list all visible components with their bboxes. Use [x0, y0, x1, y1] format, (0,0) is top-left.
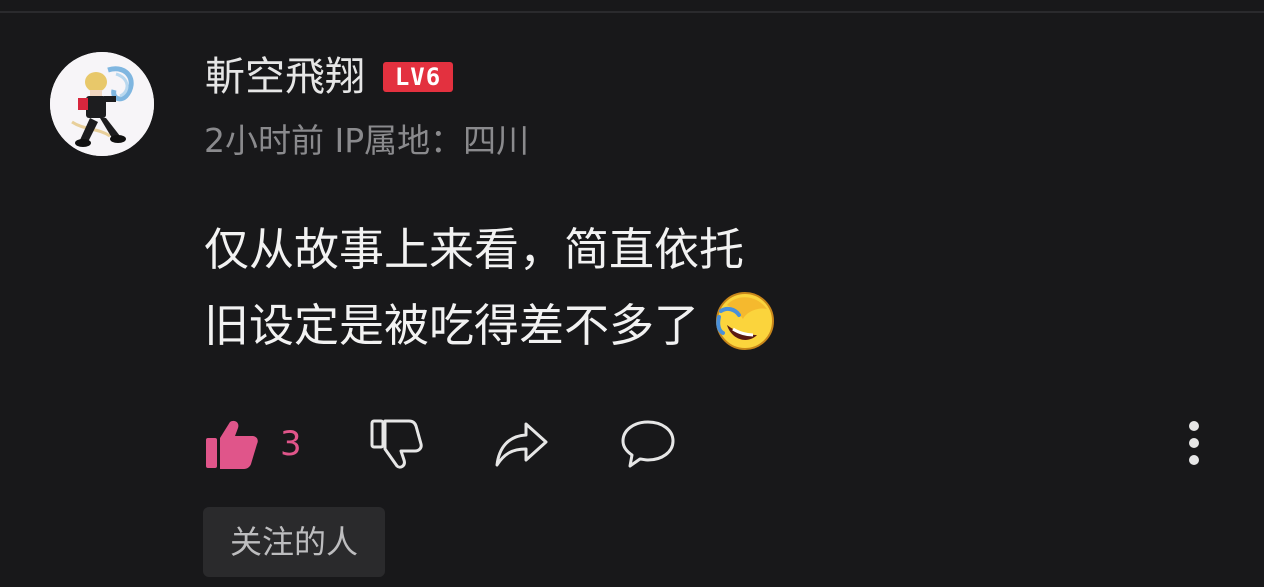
thumbs-up-icon: [206, 420, 258, 469]
following-tag[interactable]: 关注的人: [203, 507, 385, 577]
like-count: 3: [280, 424, 302, 464]
like-button[interactable]: 3: [204, 416, 302, 472]
thumbs-down-icon: [370, 419, 423, 469]
reply-button[interactable]: [620, 416, 676, 472]
comment-line-text: 旧设定是被吃得差不多了: [204, 299, 700, 352]
level-badge: LV6: [383, 62, 453, 92]
laughing-crying-emoji: [716, 292, 775, 350]
comment-bubble-icon: [621, 420, 675, 468]
comment-line: 旧设定是被吃得差不多了: [204, 287, 777, 363]
user-header: 斬空飛翔 LV6: [205, 52, 453, 102]
share-button[interactable]: [494, 416, 550, 472]
comment-line: 仅从故事上来看，简直依托: [204, 223, 745, 276]
dislike-button[interactable]: [369, 416, 423, 472]
comment-meta: 2小时前 IP属地：四川: [204, 121, 530, 160]
share-icon: [495, 422, 548, 467]
username[interactable]: 斬空飛翔: [205, 57, 365, 97]
avatar-image: [50, 52, 154, 156]
comment-text: 仅从故事上来看，简直依托 旧设定是被吃得差不多了: [204, 212, 777, 363]
more-options-button[interactable]: [1176, 418, 1212, 470]
more-vertical-icon: [1189, 421, 1199, 465]
avatar[interactable]: [50, 52, 154, 156]
top-divider: [0, 11, 1264, 13]
